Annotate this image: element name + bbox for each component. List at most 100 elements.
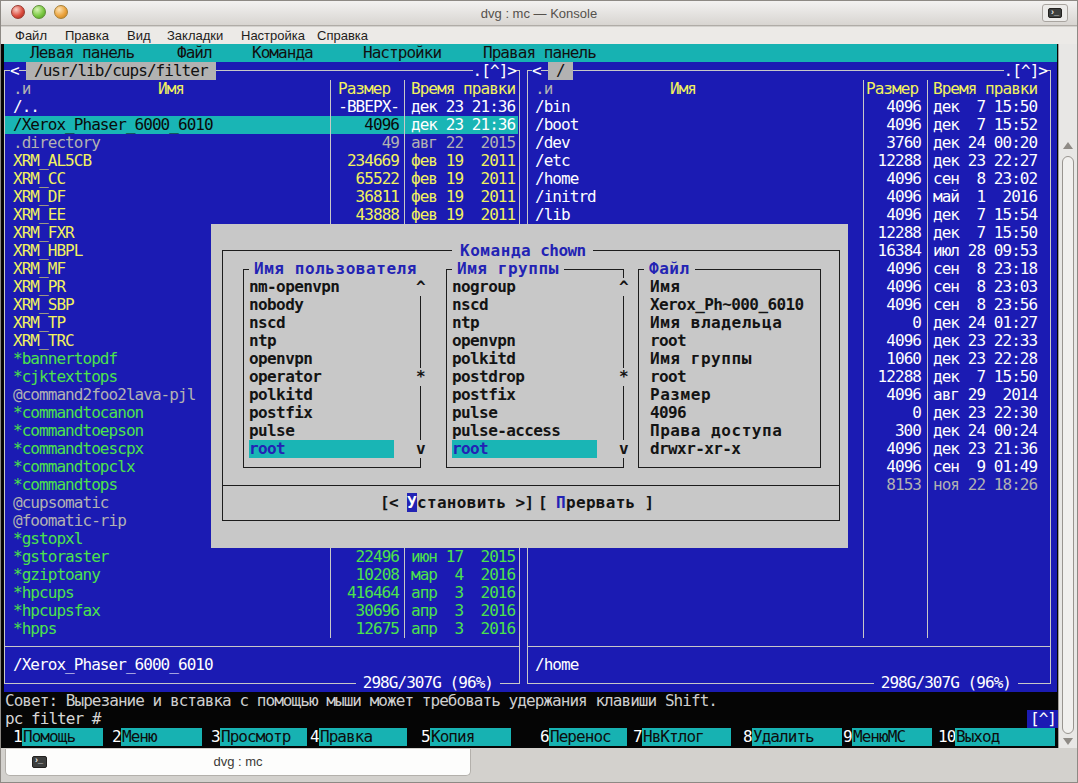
file-row-name[interactable]: /.. <box>13 98 39 116</box>
file-row-name[interactable]: XRM_SBP <box>13 296 74 314</box>
file-row-name[interactable]: /dev <box>535 134 570 152</box>
file-row-name[interactable]: *hpcupsfax <box>13 602 100 620</box>
group-item-pulse[interactable]: pulse <box>452 404 497 422</box>
group-item-ntp[interactable]: ntp <box>452 314 479 332</box>
file-row-name[interactable]: XRM_TP <box>13 314 65 332</box>
user-item-nobody[interactable]: nobody <box>249 296 303 314</box>
group-item-postfix[interactable]: postfix <box>452 386 515 404</box>
user-item-operator[interactable]: operator <box>249 368 321 386</box>
right-panel-path[interactable]: / <box>548 62 573 80</box>
file-row-name[interactable]: /boot <box>535 116 578 134</box>
menu-3[interactable]: Вид <box>127 28 151 43</box>
fkey-1[interactable]: Помощь <box>22 728 103 746</box>
file-row-name[interactable]: /bin <box>535 98 570 116</box>
left-panel-back-mark[interactable]: < <box>10 62 19 80</box>
right-panel-panelize-mark[interactable]: .[^]> <box>1004 62 1047 80</box>
mc-menu-item[interactable]: Команда <box>252 44 313 62</box>
set-button[interactable]: [< Установить >] <box>380 494 534 512</box>
file-row-name[interactable]: *gstopxl <box>13 530 82 548</box>
fkey-5[interactable]: Копия <box>430 728 511 746</box>
file-row-name[interactable]: *hpps <box>13 620 56 638</box>
user-item-ntp[interactable]: ntp <box>249 332 276 350</box>
file-row-name[interactable]: XRM_TRC <box>13 332 74 350</box>
fkey-10[interactable]: Выход <box>955 728 1055 746</box>
user-scroll-up[interactable]: ^ <box>416 278 425 296</box>
file-row-name[interactable]: *bannertopdf <box>13 350 117 368</box>
file-row-name[interactable]: *gziptoany <box>13 566 100 584</box>
right-panel-back-mark[interactable]: < <box>532 62 541 80</box>
file-row-name[interactable]: *commandtoescpx <box>13 440 143 458</box>
cancel-button[interactable]: [ Прервать ] <box>538 494 654 512</box>
window-titlebar[interactable]: dvg : mc — Konsole <box>1 0 1077 26</box>
user-item-openvpn[interactable]: openvpn <box>249 350 312 368</box>
fkey-4[interactable]: Правка <box>319 728 407 746</box>
window-menu-button[interactable] <box>1042 4 1068 22</box>
file-row-name[interactable]: XRM_AL5CB <box>13 152 91 170</box>
user-scroll-down[interactable]: v <box>416 440 425 458</box>
file-row-name[interactable]: @cupsomatic <box>13 494 109 512</box>
scrollbar[interactable] <box>1058 44 1077 748</box>
file-row-name[interactable]: XRM_MF <box>13 260 65 278</box>
menu-4[interactable]: Закладки <box>167 28 223 43</box>
file-row-name[interactable]: *commandtoepson <box>13 422 143 440</box>
scrollbar-up-arrow[interactable] <box>1063 142 1073 149</box>
tab-dvg-mc[interactable]: dvg : mc <box>5 749 471 776</box>
file-row-time: ноя 22 18:26 <box>933 476 1037 494</box>
fkey-3[interactable]: Просмотр <box>220 728 307 746</box>
menu-2[interactable]: Правка <box>65 28 109 43</box>
group-item-nogroup[interactable]: nogroup <box>452 278 515 296</box>
scrollbar-down-arrow[interactable] <box>1063 738 1073 745</box>
user-item-nscd[interactable]: nscd <box>249 314 285 332</box>
user-item-polkitd[interactable]: polkitd <box>249 386 312 404</box>
file-row-name[interactable]: /etc <box>535 152 570 170</box>
command-prompt[interactable]: pc filter # <box>5 710 101 728</box>
user-item-nm-openvpn[interactable]: nm-openvpn <box>249 278 339 296</box>
file-row-name[interactable]: *commandtops <box>13 476 117 494</box>
group-scroll-up[interactable]: ^ <box>619 278 628 296</box>
left-panel-panelize-mark[interactable]: .[^]> <box>473 62 516 80</box>
left-panel-path[interactable]: /usr/lib/cups/filter <box>26 62 216 80</box>
file-row-name[interactable]: XRM_HBPL <box>13 242 82 260</box>
file-row-name[interactable]: @command2foo2lava-pjl <box>13 386 195 404</box>
file-row-name[interactable]: XRM_EE <box>13 206 65 224</box>
file-row-name[interactable]: /lib <box>535 206 570 224</box>
file-row-name[interactable]: /Xerox_Phaser_6000_6010 <box>13 116 213 134</box>
fkey-7[interactable]: НвКтлог <box>642 728 731 746</box>
mc-menu-item[interactable]: Файл <box>177 44 212 62</box>
group-item-nscd[interactable]: nscd <box>452 296 488 314</box>
file-row-name[interactable]: *hpcups <box>13 584 74 602</box>
mc-menu-item[interactable]: Настройки <box>363 44 441 62</box>
mc-menu-item[interactable]: Левая панель <box>30 44 134 62</box>
file-row-name[interactable]: @foomatic-rip <box>13 512 126 530</box>
fkey-9[interactable]: МенюМС <box>852 728 932 746</box>
group-item-polkitd[interactable]: polkitd <box>452 350 515 368</box>
fkey-8[interactable]: Удалить <box>752 728 842 746</box>
user-item-root[interactable]: root <box>249 440 285 458</box>
group-item-root[interactable]: root <box>452 440 488 458</box>
file-row-name[interactable]: XRM_FXR <box>13 224 74 242</box>
group-item-openvpn[interactable]: openvpn <box>452 332 515 350</box>
file-row-name[interactable]: /initrd <box>535 188 596 206</box>
file-row-name[interactable]: /home <box>535 170 578 188</box>
fkey-6[interactable]: Перенос <box>549 728 627 746</box>
group-scroll-down[interactable]: v <box>619 440 628 458</box>
menu-5[interactable]: Настройка <box>241 28 305 43</box>
file-row-name[interactable]: *cjktexttops <box>13 368 117 386</box>
user-item-postfix[interactable]: postfix <box>249 404 312 422</box>
user-item-pulse[interactable]: pulse <box>249 422 294 440</box>
group-item-postdrop[interactable]: postdrop <box>452 368 524 386</box>
left-panel-col-time: Время правки <box>411 80 515 98</box>
file-row-name[interactable]: *gstoraster <box>13 548 109 566</box>
menu-6[interactable]: Справка <box>317 28 368 43</box>
file-row-name[interactable]: *commandtocanon <box>13 404 143 422</box>
file-row-name[interactable]: XRM_DF <box>13 188 65 206</box>
fkey-2[interactable]: Меню <box>121 728 202 746</box>
file-row-name[interactable]: XRM_CC <box>13 170 65 188</box>
scrollbar-thumb[interactable] <box>1062 156 1074 734</box>
menu-1[interactable]: Файл <box>15 28 47 43</box>
group-item-pulse-access[interactable]: pulse-access <box>452 422 560 440</box>
file-row-name[interactable]: XRM_PR <box>13 278 65 296</box>
file-row-name[interactable]: .directory <box>13 134 100 152</box>
file-row-name[interactable]: *commandtopclx <box>13 458 135 476</box>
mc-menu-item[interactable]: Правая панель <box>483 44 596 62</box>
